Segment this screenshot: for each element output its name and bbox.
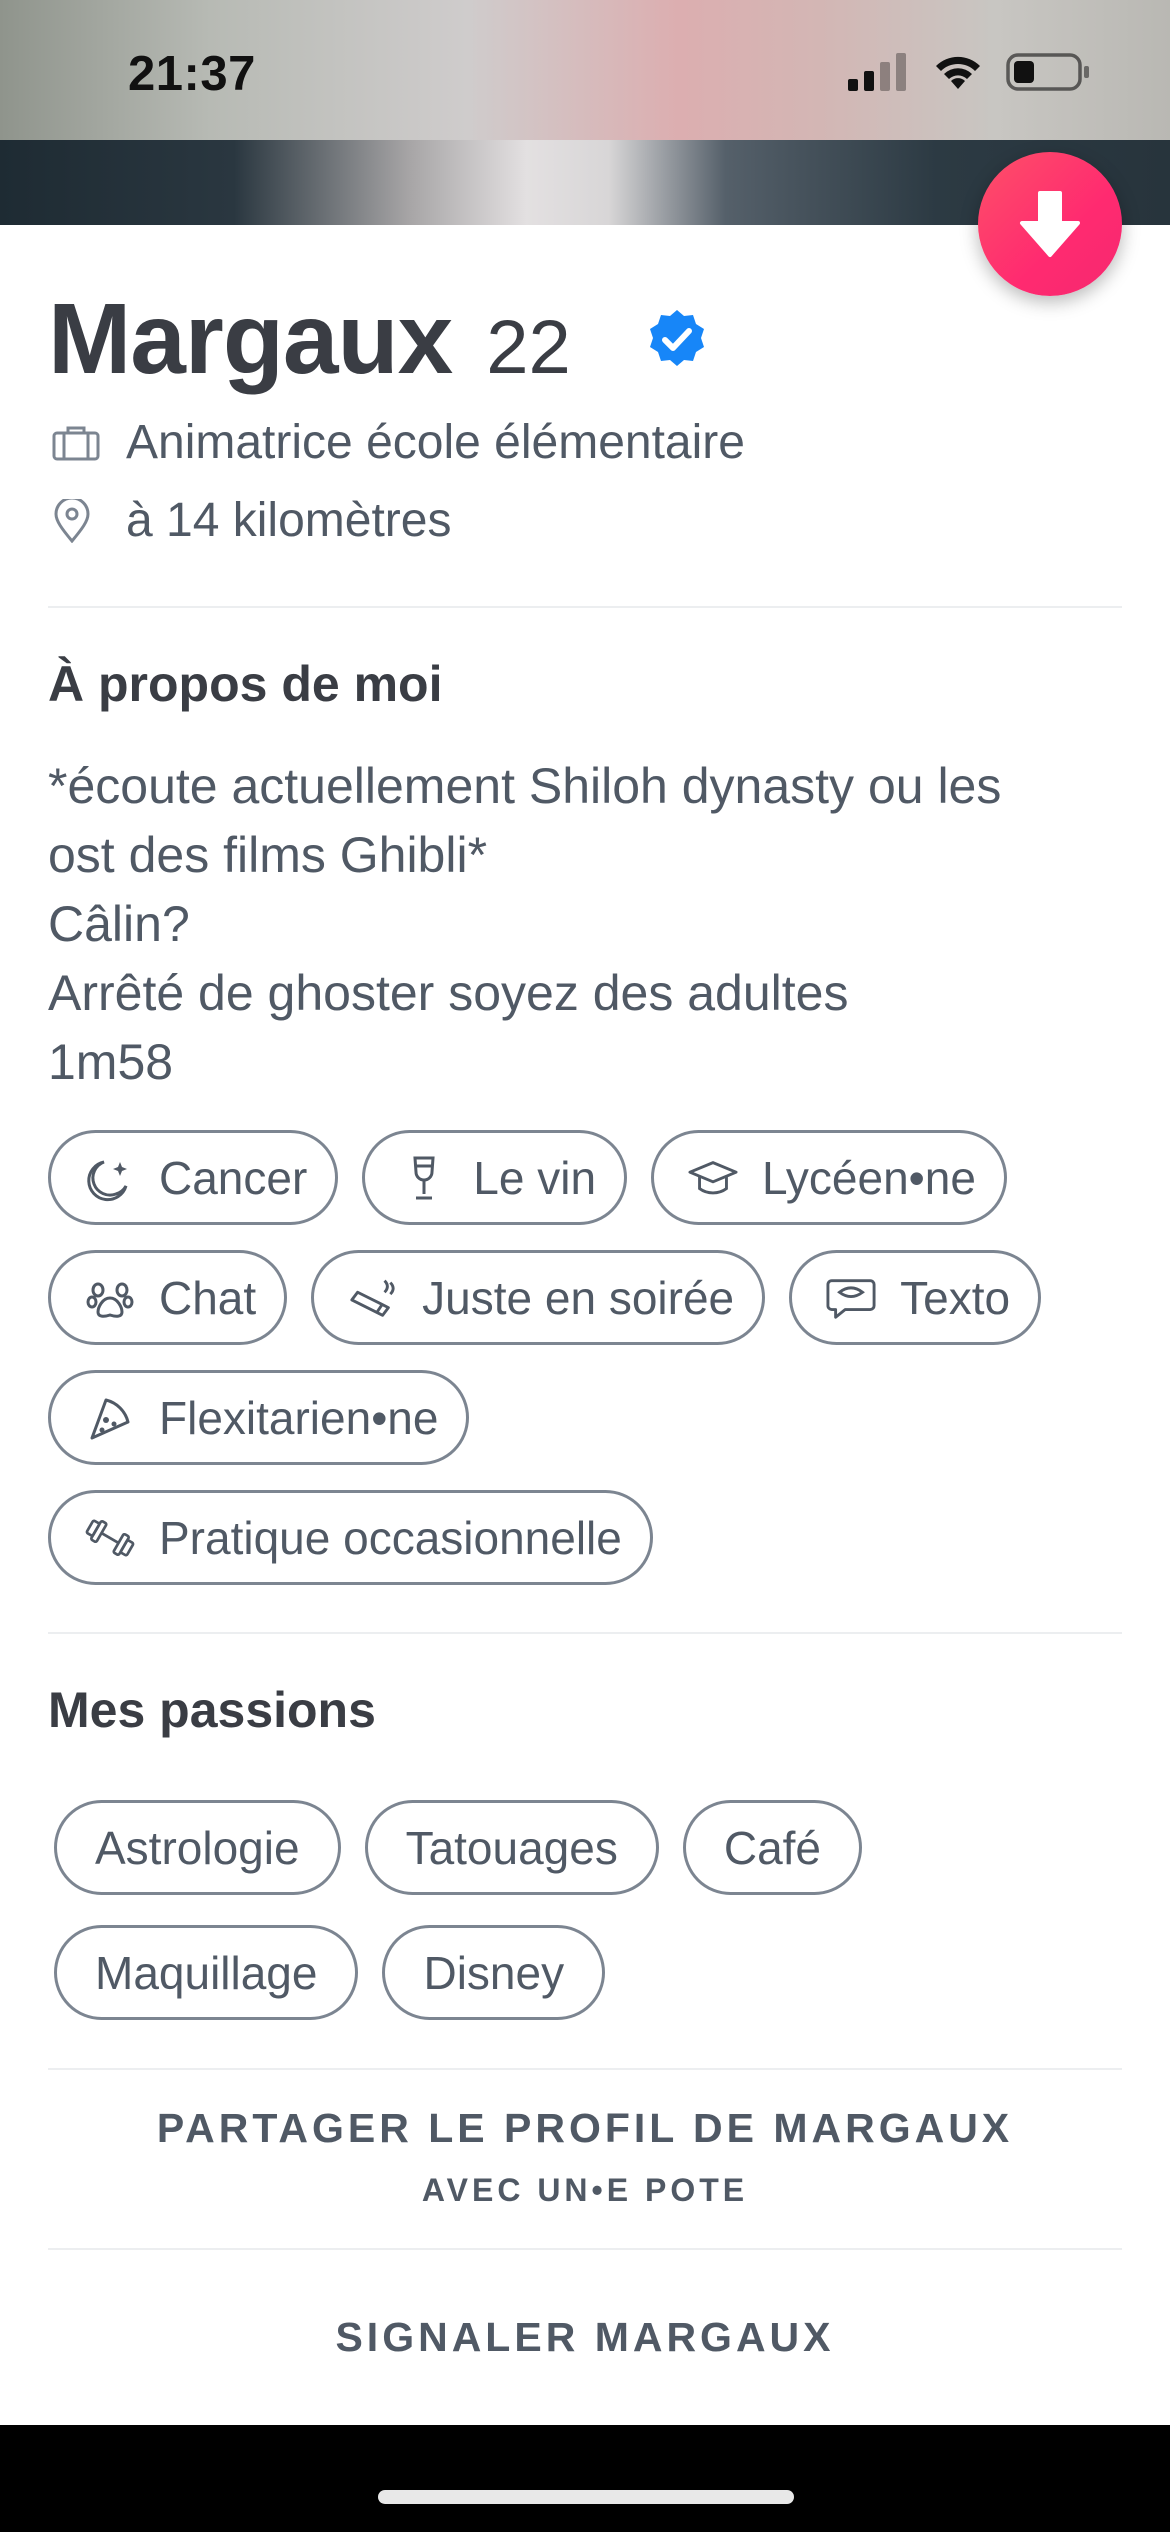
status-bar: 21:37 — [0, 0, 1170, 140]
bio-text: *écoute actuellement Shiloh dynasty ou l… — [48, 752, 1128, 1097]
passions-row-2: Maquillage Disney — [54, 1925, 606, 2020]
location-pin-icon — [52, 498, 112, 543]
dumbbell-icon — [85, 1513, 135, 1563]
distance-line: à 14 kilomètres — [52, 493, 451, 548]
about-title: À propos de moi — [48, 656, 443, 712]
passions-title: Mes passions — [48, 1682, 376, 1738]
wifi-icon — [936, 56, 980, 89]
collapse-profile-button[interactable] — [978, 152, 1122, 296]
chat-bubble-icon — [826, 1273, 876, 1323]
arrow-down-icon — [1020, 191, 1080, 257]
moon-stars-icon — [85, 1153, 135, 1203]
verified-badge-icon[interactable] — [646, 308, 708, 370]
passion-chip: Astrologie — [54, 1800, 341, 1895]
battery-icon — [1006, 53, 1089, 91]
chip-label: Pratique occasionnelle — [159, 1511, 622, 1564]
chip-workout: Pratique occasionnelle — [48, 1490, 653, 1585]
cigarette-icon — [348, 1273, 398, 1323]
chip-drinking: Le vin — [362, 1130, 628, 1225]
passion-chip: Café — [682, 1800, 863, 1895]
chip-communication: Texto — [789, 1250, 1042, 1345]
graduation-cap-icon — [688, 1153, 738, 1203]
status-icons — [848, 52, 1090, 92]
chip-label: Juste en soirée — [422, 1271, 735, 1324]
bio-line: Arrêté de ghoster soyez des adultes — [48, 965, 849, 1021]
chip-label: Cancer — [159, 1151, 308, 1204]
chip-pets: Chat — [48, 1250, 288, 1345]
bottom-safe-area — [0, 2425, 1170, 2532]
share-profile-sublabel[interactable]: AVEC UN•E POTE — [0, 2172, 1170, 2209]
divider — [48, 1632, 1122, 1634]
profile-age: 22 — [486, 305, 571, 390]
chip-zodiac: Cancer — [48, 1130, 339, 1225]
chip-smoking: Juste en soirée — [311, 1250, 766, 1345]
passion-chip: Tatouages — [364, 1800, 659, 1895]
profile-name: Margaux — [48, 283, 453, 395]
about-chips-row-3: Flexitarien•ne — [48, 1370, 470, 1465]
share-profile-label[interactable]: PARTAGER LE PROFIL DE MARGAUX — [0, 2105, 1170, 2152]
chip-label: Texto — [900, 1271, 1011, 1324]
passions-row-1: Astrologie Tatouages Café — [54, 1800, 863, 1895]
bio-line: *écoute actuellement Shiloh dynasty ou l… — [48, 758, 1002, 814]
job-line: Animatrice école élémentaire — [52, 415, 745, 470]
wine-glass-icon — [399, 1153, 449, 1203]
bio-line: Câlin? — [48, 896, 190, 952]
pizza-slice-icon — [85, 1393, 135, 1443]
divider — [48, 606, 1122, 608]
divider — [48, 2248, 1122, 2250]
home-indicator[interactable] — [378, 2490, 794, 2504]
distance-text: à 14 kilomètres — [126, 494, 452, 547]
chip-label: Flexitarien•ne — [159, 1391, 439, 1444]
chip-label: Lycéen•ne — [762, 1151, 976, 1204]
chip-diet: Flexitarien•ne — [48, 1370, 470, 1465]
divider — [48, 2068, 1122, 2070]
bio-line: 1m58 — [48, 1034, 174, 1090]
chip-label: Le vin — [473, 1151, 597, 1204]
signal-icon — [848, 53, 906, 91]
about-chips-row-4: Pratique occasionnelle — [48, 1490, 653, 1585]
briefcase-icon — [52, 425, 112, 461]
bio-line: ost des films Ghibli* — [48, 827, 488, 883]
chip-label: Chat — [159, 1271, 257, 1324]
name-row: Margaux 22 — [48, 282, 571, 397]
report-profile-button[interactable]: SIGNALER MARGAUX — [0, 2314, 1170, 2361]
passion-chip: Disney — [382, 1925, 606, 2020]
about-chips-row-1: Cancer Le vin Lycéen•ne — [48, 1130, 1007, 1225]
paw-icon — [85, 1273, 135, 1323]
job-text: Animatrice école élémentaire — [126, 416, 745, 469]
about-chips-row-2: Chat Juste en soirée Texto — [48, 1250, 1042, 1345]
chip-education: Lycéen•ne — [651, 1130, 1007, 1225]
passion-chip: Maquillage — [54, 1925, 359, 2020]
status-time: 21:37 — [128, 47, 256, 101]
